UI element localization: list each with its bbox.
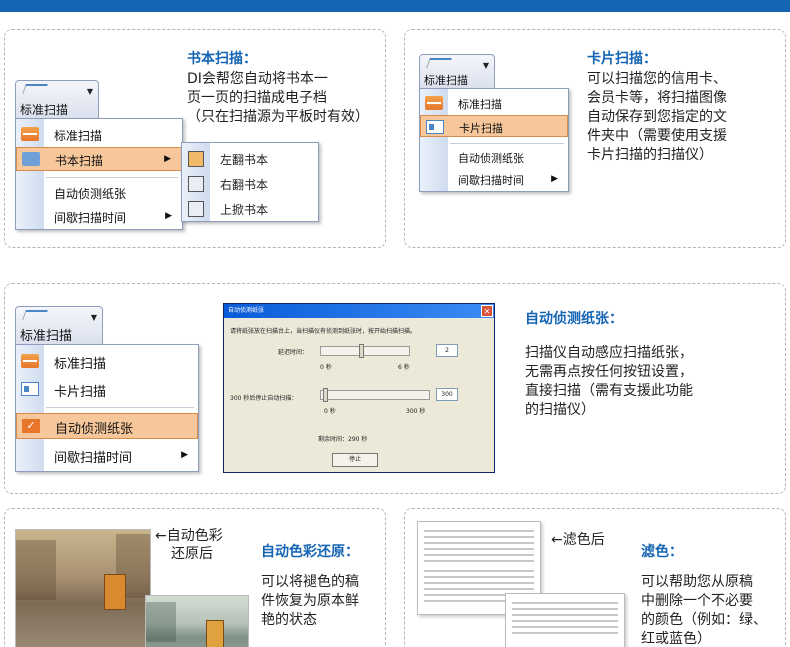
top-flip-book-icon <box>188 201 204 217</box>
scanner-icon <box>22 310 48 320</box>
filter-title: 滤色： <box>641 544 683 560</box>
checkmark-icon: ✓ <box>22 419 40 433</box>
delay-slider[interactable] <box>320 344 410 358</box>
standard-scan-dropdown-button[interactable]: 标准扫描 ▼ <box>15 306 103 348</box>
filter-card: ←滤色后 滤色： 可以帮助您从原稿 中删除一个不必要 的颜色（例如：绿、 红或蓝… <box>404 508 786 647</box>
standard-scan-dropdown-button[interactable]: 标准扫描 ▼ <box>15 80 99 122</box>
submenu-arrow-icon: ▶ <box>164 154 171 164</box>
delay-slider-thumb[interactable] <box>359 344 364 358</box>
book-scan-submenu: 左翻书本 右翻书本 上掀书本 <box>181 142 319 222</box>
menu-item-standard-scan[interactable]: 标准扫描 <box>16 123 182 145</box>
scanner-icon <box>426 58 452 68</box>
auto-color-description: 可以将褪色的稿 件恢复为原本鲜 艳的状态 <box>261 574 359 628</box>
wait-slider[interactable] <box>320 388 430 402</box>
dropdown-arrow-icon: ▼ <box>482 61 489 70</box>
book-scan-title: 书本扫描： <box>187 51 257 67</box>
submenu-item-left-flip[interactable]: 左翻书本 <box>182 147 318 171</box>
filter-description: 可以帮助您从原稿 中删除一个不必要 的颜色（例如：绿、 红或蓝色） <box>641 574 767 647</box>
scan-mode-menu: 标准扫描 书本扫描 ▶ 自动侦测纸张 间歇扫描时间 ▶ <box>15 118 183 230</box>
auto-detect-title: 自动侦测纸张： <box>525 311 623 327</box>
menu-item-interval-scan[interactable]: 间歇扫描时间 ▶ <box>16 205 182 227</box>
card-scan-icon <box>21 382 39 396</box>
right-flip-book-icon <box>188 176 204 192</box>
standard-scan-icon <box>21 127 39 141</box>
delay-value-field[interactable]: 2 <box>436 344 458 357</box>
dialog-titlebar: 自动侦测纸张 ✕ <box>224 304 494 318</box>
wait-slider-thumb[interactable] <box>323 388 328 402</box>
filtered-document-image <box>505 593 625 647</box>
menu-item-standard-scan[interactable]: 标准扫描 <box>420 93 568 113</box>
standard-scan-icon <box>425 96 443 110</box>
auto-color-caption: ←自动色彩 还原后 <box>155 528 223 562</box>
menu-item-card-scan[interactable]: 卡片扫描 <box>16 377 198 401</box>
menu-item-auto-detect[interactable]: 自动侦测纸张 <box>16 181 182 203</box>
scan-mode-menu: 标准扫描 卡片扫描 自动侦测纸张 间歇扫描时间 ▶ <box>419 88 569 192</box>
card-scan-icon <box>426 120 444 134</box>
scan-mode-menu: 标准扫描 卡片扫描 ✓ 自动侦测纸张 间歇扫描时间 ▶ <box>15 344 199 472</box>
card-scan-card: 标准扫描 ▼ 标准扫描 卡片扫描 自动侦测纸张 间歇扫描时间 ▶ 卡片扫描： 可… <box>404 29 786 248</box>
scanner-icon <box>22 84 48 94</box>
auto-color-title: 自动色彩还原： <box>261 544 359 560</box>
delay-label: 延迟时间： <box>278 349 309 356</box>
card-scan-title: 卡片扫描： <box>587 51 657 67</box>
standard-scan-icon <box>21 354 39 368</box>
wait-value-field[interactable]: 300 <box>436 388 458 401</box>
stop-button[interactable]: 停止 <box>332 453 378 467</box>
top-banner-bar <box>0 0 790 12</box>
menu-item-interval-scan[interactable]: 间歇扫描时间 ▶ <box>16 443 198 467</box>
menu-item-standard-scan[interactable]: 标准扫描 <box>16 349 198 373</box>
wait-label: 300 秒后停止自动扫描： <box>230 395 298 402</box>
dropdown-arrow-icon: ▼ <box>86 87 93 96</box>
faded-street-photo <box>15 529 151 647</box>
menu-item-interval-scan[interactable]: 间歇扫描时间 ▶ <box>420 169 568 189</box>
auto-detect-description: 扫描仪自动感应扫描纸张， 无需再点按任何按钮设置， 直接扫描（需有支援此功能 的… <box>525 345 693 418</box>
menu-item-auto-detect[interactable]: ✓ 自动侦测纸张 <box>16 413 198 439</box>
submenu-arrow-icon: ▶ <box>551 174 558 184</box>
dropdown-arrow-icon: ▼ <box>90 313 97 322</box>
menu-item-book-scan[interactable]: 书本扫描 ▶ <box>16 147 182 171</box>
dialog-instruction: 请将纸张放在扫描台上，当扫描仪有侦测到纸张时，按开始扫描扫描。 <box>230 328 417 335</box>
filter-caption: ←滤色后 <box>551 532 605 548</box>
book-scan-card: 标准扫描 ▼ 标准扫描 书本扫描 ▶ 自动侦测纸张 间歇扫描时间 ▶ 左翻书本 <box>4 29 386 248</box>
auto-color-card: ←自动色彩 还原后 自动色彩还原： 可以将褪色的稿 件恢复为原本鲜 艳的状态 <box>4 508 386 647</box>
menu-item-card-scan[interactable]: 卡片扫描 <box>420 115 568 137</box>
submenu-item-right-flip[interactable]: 右翻书本 <box>182 172 318 196</box>
submenu-arrow-icon: ▶ <box>165 211 172 221</box>
close-icon[interactable]: ✕ <box>481 305 493 317</box>
auto-detect-dialog: 自动侦测纸张 ✕ 请将纸张放在扫描台上，当扫描仪有侦测到纸张时，按开始扫描扫描。… <box>223 303 495 473</box>
book-scan-description: DI会帮您自动将书本一 页一页的扫描成电子档 （只在扫描源为平板时有效） <box>187 71 369 125</box>
menu-item-auto-detect[interactable]: 自动侦测纸张 <box>420 147 568 167</box>
submenu-item-top-flip[interactable]: 上掀书本 <box>182 197 318 221</box>
remaining-time: 剩余时间：290 秒 <box>318 436 368 443</box>
book-scan-icon <box>22 152 40 166</box>
left-flip-book-icon <box>188 151 204 167</box>
restored-street-photo <box>145 595 249 647</box>
submenu-arrow-icon: ▶ <box>181 450 188 460</box>
card-scan-description: 可以扫描您的信用卡、 会员卡等，将扫描图像 自动保存到您指定的文 件夹中（需要使… <box>587 71 727 163</box>
standard-scan-dropdown-button[interactable]: 标准扫描 ▼ <box>419 54 495 92</box>
